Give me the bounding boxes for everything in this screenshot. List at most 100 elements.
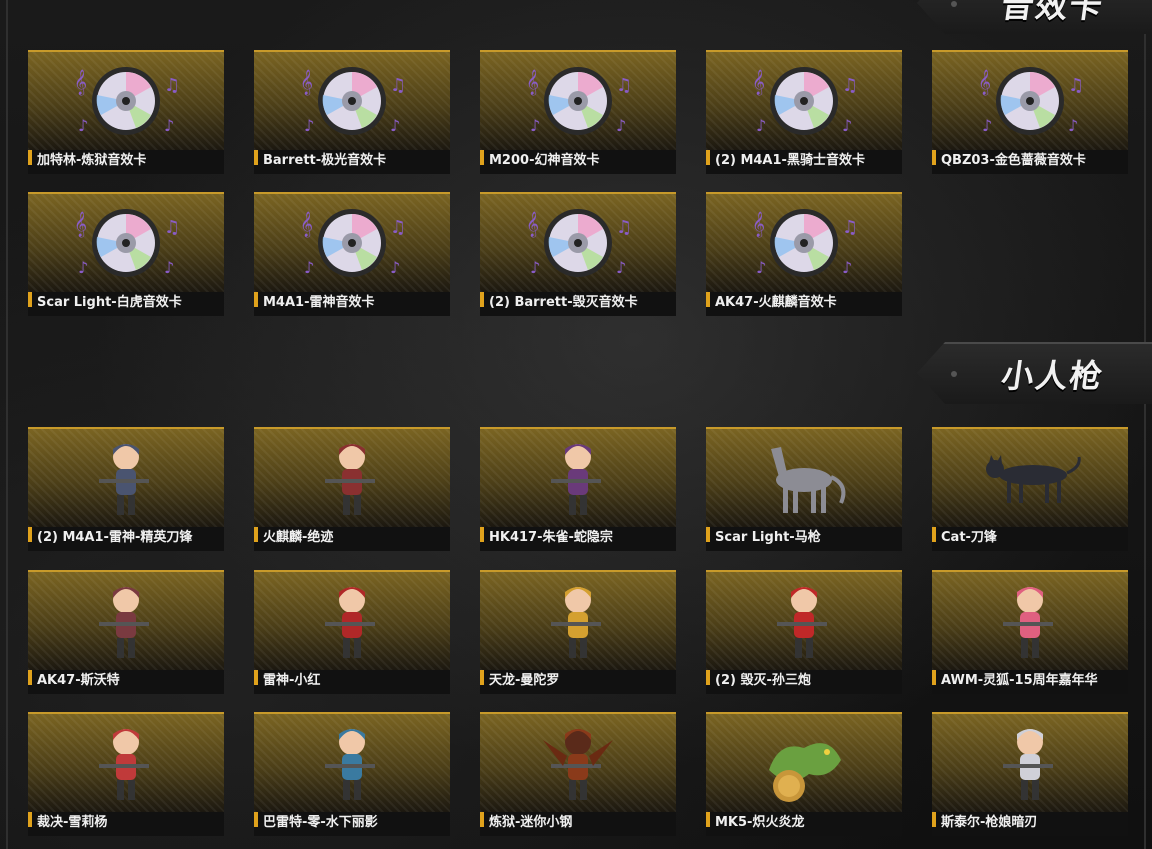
card-label: M200-幻神音效卡 [489,153,600,168]
card-label: (2) Barrett-毁灭音效卡 [489,295,638,310]
card-thumbnail [28,427,224,527]
label-accent-bar [480,527,484,542]
girl-figure-icon [975,720,1085,810]
music-card[interactable]: 𝄞 ♫ ♪ ♪ (2) M4A1-黑骑士音效卡 [706,50,902,174]
svg-text:♫: ♫ [390,217,406,238]
card-thumbnail [932,570,1128,670]
svg-text:♪: ♪ [78,258,88,277]
card-label: (2) 毁灭-孙三炮 [715,673,811,688]
label-accent-bar [706,812,710,827]
card-label: AK47-火麒麟音效卡 [715,295,837,310]
card-thumbnail [480,570,676,670]
card-thumbnail [28,570,224,670]
label-accent-bar [706,150,710,165]
card-label: (2) M4A1-雷神-精英刀锋 [37,530,193,545]
label-accent-bar [254,292,258,307]
card-thumbnail [254,427,450,527]
card-label: HK417-朱雀-蛇隐宗 [489,530,613,545]
card-thumbnail: 𝄞 ♫ ♪ ♪ [706,192,902,292]
label-accent-bar [28,292,32,307]
card-label: (2) M4A1-黑骑士音效卡 [715,153,865,168]
svg-text:𝄞: 𝄞 [752,69,765,95]
cat-figure-icon [975,435,1085,525]
gun-figure-card[interactable]: (2) 毁灭-孙三炮 [706,570,902,694]
svg-text:♪: ♪ [390,116,400,135]
card-label: 炼狱-迷你小钢 [489,815,573,830]
svg-text:♪: ♪ [304,258,314,277]
svg-text:♪: ♪ [842,258,852,277]
card-thumbnail [706,712,902,812]
card-label: AK47-斯沃特 [37,673,120,688]
gun-figure-card[interactable]: Cat-刀锋 [932,427,1128,551]
soldier-figure-icon [71,578,181,668]
card-thumbnail: 𝄞 ♫ ♪ ♪ [932,50,1128,150]
svg-text:♫: ♫ [842,217,858,238]
card-label: 火麒麟-绝迹 [263,530,334,545]
card-label: 天龙-曼陀罗 [489,673,560,688]
gun-figure-card[interactable]: 雷神-小红 [254,570,450,694]
gun-figure-card[interactable]: Scar Light-马枪 [706,427,902,551]
label-accent-bar [28,527,32,542]
label-accent-bar [932,150,936,165]
card-label: M4A1-雷神音效卡 [263,295,375,310]
card-label: Scar Light-白虎音效卡 [37,295,182,310]
svg-text:𝄞: 𝄞 [526,211,539,237]
card-thumbnail: 𝄞 ♫ ♪ ♪ [480,192,676,292]
svg-text:𝄞: 𝄞 [300,211,313,237]
gun-figure-card[interactable]: MK5-炽火炎龙 [706,712,902,836]
gun-figure-card[interactable]: 火麒麟-绝迹 [254,427,450,551]
girl-figure-icon [975,578,1085,668]
music-card[interactable]: 𝄞 ♫ ♪ ♪ QBZ03-金色蔷薇音效卡 [932,50,1128,174]
dragon-figure-icon [749,720,859,810]
svg-text:♪: ♪ [842,116,852,135]
music-disc-icon: 𝄞 ♫ ♪ ♪ [518,61,638,141]
svg-text:♪: ♪ [390,258,400,277]
label-accent-bar [28,150,32,165]
label-accent-bar [254,150,258,165]
card-label: Scar Light-马枪 [715,530,821,545]
music-card[interactable]: 𝄞 ♫ ♪ ♪ Scar Light-白虎音效卡 [28,192,224,316]
gun-figure-card[interactable]: AWM-灵狐-15周年嘉年华 [932,570,1128,694]
girl-figure-icon [523,578,633,668]
card-thumbnail [28,712,224,812]
girl-figure-icon [297,435,407,525]
label-accent-bar [480,812,484,827]
svg-text:♪: ♪ [78,116,88,135]
svg-text:♪: ♪ [164,116,174,135]
gun-figure-card[interactable]: 天龙-曼陀罗 [480,570,676,694]
svg-text:♪: ♪ [304,116,314,135]
svg-text:♫: ♫ [616,217,632,238]
label-accent-bar [254,812,258,827]
music-card[interactable]: 𝄞 ♫ ♪ ♪ Barrett-极光音效卡 [254,50,450,174]
svg-text:♫: ♫ [616,75,632,96]
svg-text:𝄞: 𝄞 [74,69,87,95]
card-thumbnail [480,427,676,527]
label-accent-bar [706,670,710,685]
card-thumbnail: 𝄞 ♫ ♪ ♪ [254,192,450,292]
label-accent-bar [706,527,710,542]
gun-figure-card[interactable]: HK417-朱雀-蛇隐宗 [480,427,676,551]
card-thumbnail: 𝄞 ♫ ♪ ♪ [480,50,676,150]
gun-figure-card[interactable]: 巴雷特-零-水下丽影 [254,712,450,836]
music-card[interactable]: 𝄞 ♫ ♪ ♪ M4A1-雷神音效卡 [254,192,450,316]
gun-figure-card[interactable]: 斯泰尔-枪娘暗刃 [932,712,1128,836]
svg-text:♪: ♪ [530,116,540,135]
gun-figure-card[interactable]: AK47-斯沃特 [28,570,224,694]
music-disc-icon: 𝄞 ♫ ♪ ♪ [66,61,186,141]
music-card[interactable]: 𝄞 ♫ ♪ ♪ M200-幻神音效卡 [480,50,676,174]
card-label: 裁决-雪莉杨 [37,815,108,830]
svg-text:𝄞: 𝄞 [526,69,539,95]
music-card[interactable]: 𝄞 ♫ ♪ ♪ 加特林-炼狱音效卡 [28,50,224,174]
music-section-header: 音效卡 [917,0,1152,34]
gun-figure-card[interactable]: 炼狱-迷你小钢 [480,712,676,836]
svg-text:♫: ♫ [164,217,180,238]
gun-figure-card[interactable]: (2) M4A1-雷神-精英刀锋 [28,427,224,551]
gun-figure-card[interactable]: 裁决-雪莉杨 [28,712,224,836]
card-label: Barrett-极光音效卡 [263,153,387,168]
music-section-title: 音效卡 [999,0,1107,25]
label-accent-bar [480,150,484,165]
music-card[interactable]: 𝄞 ♫ ♪ ♪ (2) Barrett-毁灭音效卡 [480,192,676,316]
guns-section-title: 小人枪 [999,357,1107,395]
svg-text:♫: ♫ [164,75,180,96]
music-card[interactable]: 𝄞 ♫ ♪ ♪ AK47-火麒麟音效卡 [706,192,902,316]
